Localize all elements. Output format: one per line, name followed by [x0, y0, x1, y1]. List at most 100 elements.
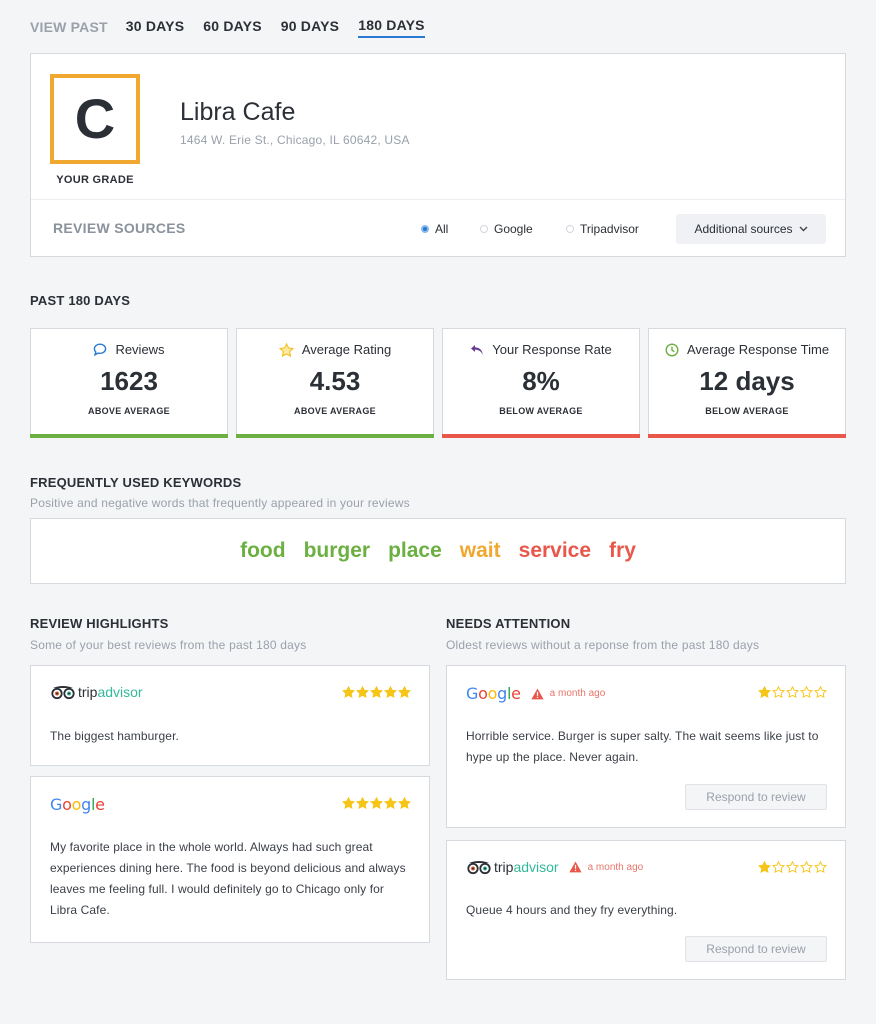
warning-icon: [568, 861, 582, 873]
stat-title: Reviews: [115, 342, 165, 357]
stat-title: Your Response Rate: [492, 342, 612, 357]
review-age: a month ago: [587, 861, 644, 873]
status-bar-bad: [442, 434, 640, 438]
star-filled-icon: [356, 686, 369, 698]
chat-bubble-icon: [93, 343, 107, 356]
divider: [31, 199, 845, 200]
stat-card-response-rate: Your Response Rate 8% BELOW AVERAGE: [442, 328, 640, 438]
google-logo-letter: G: [50, 795, 63, 814]
google-logo-letter: e: [511, 684, 521, 703]
tab-60-days[interactable]: 60 DAYS: [203, 18, 261, 37]
review-sources-label: REVIEW SOURCES: [53, 220, 186, 236]
attention-review-card: trip advisor a month ago Queue 4 hours an…: [446, 840, 846, 980]
tripadvisor-wordmark-trip: trip: [494, 859, 514, 875]
keyword[interactable]: place: [388, 539, 442, 563]
keywords-subtitle: Positive and negative words that frequen…: [30, 496, 410, 510]
star-empty-icon: [786, 686, 799, 698]
google-logo-letter: o: [487, 684, 498, 703]
business-name: Libra Cafe: [180, 98, 296, 126]
stat-value: 12 days: [699, 366, 795, 396]
star-filled-icon: [370, 686, 383, 698]
stat-value: 8%: [522, 366, 560, 396]
review-text: My favorite place in the whole world. Al…: [50, 840, 406, 917]
star-empty-icon: [800, 686, 813, 698]
star-filled-icon: [370, 797, 383, 809]
source-radio-google[interactable]: Google: [480, 222, 533, 236]
star-empty-icon: [814, 686, 827, 698]
star-filled-icon: [398, 686, 411, 698]
keyword[interactable]: wait: [460, 539, 501, 563]
star-filled-icon: [758, 861, 771, 873]
view-past-tabs: VIEW PAST 30 DAYS 60 DAYS 90 DAYS 180 DA…: [30, 16, 444, 38]
additional-sources-dropdown[interactable]: Additional sources: [676, 214, 826, 244]
star-filled-icon: [384, 686, 397, 698]
star-rating: [757, 686, 827, 698]
grade-letter: C: [74, 87, 116, 150]
stat-title: Average Rating: [301, 342, 392, 357]
highlights-title: REVIEW HIGHLIGHTS: [30, 616, 169, 631]
star-filled-icon: [398, 797, 411, 809]
google-logo-letter: o: [478, 684, 488, 703]
respond-to-review-button[interactable]: Respond to review: [685, 784, 827, 810]
keyword[interactable]: service: [519, 539, 591, 563]
tripadvisor-owl-icon: [467, 860, 491, 874]
google-logo-letter: g: [497, 684, 507, 703]
view-past-label: VIEW PAST: [30, 19, 108, 35]
star-rating: [757, 861, 827, 873]
source-radio-all[interactable]: All: [421, 222, 448, 236]
keywords-title: FREQUENTLY USED KEYWORDS: [30, 475, 242, 490]
star-rating: [341, 686, 411, 698]
star-filled-icon: [342, 797, 355, 809]
radio-dot: [566, 225, 574, 233]
chevron-down-icon: [799, 224, 808, 234]
tripadvisor-wordmark-advisor: advisor: [97, 684, 143, 700]
stat-value: 4.53: [309, 366, 361, 396]
review-text: Queue 4 hours and they fry everything.: [466, 903, 678, 917]
status-bar-bad: [648, 434, 846, 438]
highlights-subtitle: Some of your best reviews from the past …: [30, 638, 307, 652]
attention-subtitle: Oldest reviews without a reponse from th…: [446, 638, 760, 652]
google-logo-letter: e: [95, 795, 105, 814]
keywords-box: food burger place wait service fry: [30, 518, 846, 584]
keyword[interactable]: burger: [304, 539, 371, 563]
review-age: a month ago: [549, 688, 606, 699]
star-empty-icon: [786, 861, 799, 873]
business-address: 1464 W. Erie St., Chicago, IL 60642, USA: [180, 133, 410, 147]
attention-review-card: Google a month ago Horrible service. Bur…: [446, 665, 846, 828]
attention-title: NEEDS ATTENTION: [446, 616, 571, 631]
keyword[interactable]: food: [240, 539, 285, 563]
tab-30-days[interactable]: 30 DAYS: [126, 18, 184, 37]
keyword[interactable]: fry: [609, 539, 636, 563]
star-filled-icon: [342, 686, 355, 698]
tab-180-days[interactable]: 180 DAYS: [358, 17, 425, 38]
star-outline-icon: [278, 342, 294, 357]
radio-label: Tripadvisor: [580, 222, 639, 236]
stat-note: ABOVE AVERAGE: [88, 406, 170, 416]
stat-note: BELOW AVERAGE: [499, 406, 583, 416]
period-title: PAST 180 DAYS: [30, 293, 131, 308]
star-filled-icon: [384, 797, 397, 809]
stat-card-reviews: Reviews 1623 ABOVE AVERAGE: [30, 328, 228, 438]
radio-label: Google: [494, 222, 533, 236]
star-filled-icon: [356, 797, 369, 809]
source-radio-tripadvisor[interactable]: Tripadvisor: [566, 222, 639, 236]
grade-label: YOUR GRADE: [56, 174, 134, 186]
stat-title: Average Response Time: [686, 342, 830, 357]
highlight-review-card: trip advisor The biggest hamburger.: [30, 665, 430, 766]
google-logo-letter: o: [71, 795, 82, 814]
radio-dot: [480, 225, 488, 233]
stat-note: BELOW AVERAGE: [705, 406, 789, 416]
tripadvisor-owl-icon: [51, 685, 75, 699]
additional-sources-label: Additional sources: [694, 222, 793, 236]
clock-icon: [665, 342, 679, 357]
status-bar-good: [30, 434, 228, 438]
business-card: C YOUR GRADE Libra Cafe 1464 W. Erie St.…: [30, 53, 846, 257]
google-logo-letter: o: [62, 795, 72, 814]
tab-90-days[interactable]: 90 DAYS: [281, 18, 339, 37]
star-empty-icon: [772, 686, 785, 698]
star-empty-icon: [800, 861, 813, 873]
respond-to-review-button[interactable]: Respond to review: [685, 936, 827, 962]
google-logo-letter: g: [81, 795, 91, 814]
review-text: Horrible service. Burger is super salty.…: [466, 729, 819, 764]
tripadvisor-logo: trip advisor: [466, 859, 559, 875]
